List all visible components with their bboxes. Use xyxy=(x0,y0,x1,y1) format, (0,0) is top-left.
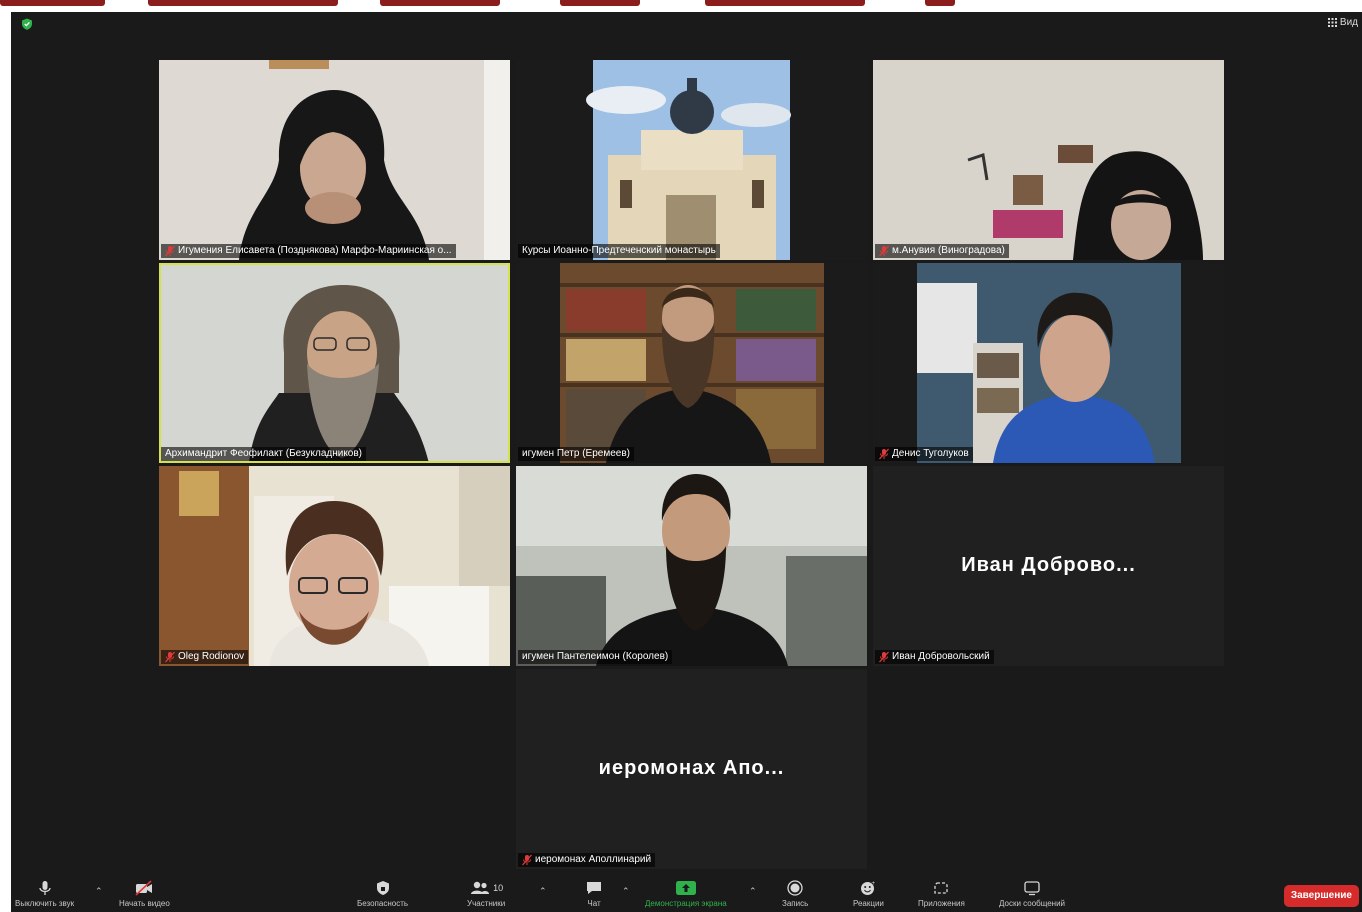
participant-tile-5[interactable]: игумен Петр (Еремеев) xyxy=(516,263,867,463)
participant-tile-1[interactable]: Игумения Елисавета (Позднякова) Марфо-Ма… xyxy=(159,60,510,260)
participant-video-3 xyxy=(873,60,1224,260)
reactions-button[interactable]: + Реакции xyxy=(853,880,884,908)
participant-name: игумен Пантелеимон (Королев) xyxy=(522,651,669,662)
end-meeting-button[interactable]: Завершение xyxy=(1283,885,1359,907)
zoom-meeting-window: Вид Игумения Елисавета (Позднякова) Марф… xyxy=(11,12,1362,912)
muted-mic-icon xyxy=(879,651,889,663)
participants-label: Участники xyxy=(467,899,506,908)
participant-tile-3[interactable]: м.Анувия (Виноградова) xyxy=(873,60,1224,260)
start-video-label: Начать видео xyxy=(119,899,170,908)
participant-name-label: Курсы Иоанно-Предтеченский монастырь xyxy=(518,244,720,258)
shield-icon xyxy=(376,881,389,895)
chat-label: Чат xyxy=(587,899,601,908)
security-label: Безопасность xyxy=(357,899,409,908)
chat-button[interactable]: Чат xyxy=(585,880,603,908)
participant-tile-10[interactable]: иеромонах Апо... иеромонах Аполлинарий xyxy=(516,669,867,869)
participant-name-label: Игумения Елисавета (Позднякова) Марфо-Ма… xyxy=(161,244,456,258)
grid-view-icon xyxy=(1327,18,1337,27)
view-label: Вид xyxy=(1339,17,1358,28)
apps-label: Приложения xyxy=(918,899,965,908)
participant-name: Иван Добровольский xyxy=(892,651,990,662)
whiteboard-button[interactable]: Доски сообщений xyxy=(999,880,1065,908)
participant-tile-2[interactable]: Курсы Иоанно-Предтеченский монастырь xyxy=(516,60,867,260)
participant-tile-6[interactable]: Денис Туголуков xyxy=(873,263,1224,463)
muted-mic-icon xyxy=(879,245,889,257)
record-icon xyxy=(787,880,803,896)
encryption-shield-icon[interactable] xyxy=(21,18,33,30)
participants-options-caret[interactable]: ⌃ xyxy=(539,886,547,897)
participant-display-name: иеромонах Апо... xyxy=(598,757,785,779)
share-screen-button[interactable]: Демонстрация экрана xyxy=(645,880,727,908)
participant-tile-8[interactable]: игумен Пантелеимон (Королев) xyxy=(516,466,867,666)
participant-tile-7[interactable]: Oleg Rodionov xyxy=(159,466,510,666)
whiteboard-label: Доски сообщений xyxy=(999,899,1066,908)
muted-mic-icon xyxy=(165,245,175,257)
participants-icon xyxy=(471,881,490,894)
participant-tile-4[interactable]: Архимандрит Феофилакт (Безукладников) xyxy=(159,263,510,463)
participant-name: иеромонах Аполлинарий xyxy=(535,854,652,865)
chat-options-caret[interactable]: ⌃ xyxy=(622,886,630,897)
participant-name: Oleg Rodionov xyxy=(178,651,245,662)
participant-display-name: Иван Доброво... xyxy=(961,554,1136,576)
muted-mic-icon xyxy=(165,651,175,663)
share-options-caret[interactable]: ⌃ xyxy=(749,886,757,897)
record-button[interactable]: Запись xyxy=(782,880,808,908)
top-banner xyxy=(0,0,1362,12)
apps-icon xyxy=(934,882,949,894)
participant-video-4 xyxy=(159,263,510,463)
participant-video-5 xyxy=(516,263,867,463)
security-button[interactable]: Безопасность xyxy=(357,880,408,908)
participant-name-label: иеромонах Аполлинарий xyxy=(518,853,656,867)
apps-button[interactable]: Приложения xyxy=(918,880,965,908)
participants-button[interactable]: 10 Участники xyxy=(467,880,505,908)
participant-tile-9[interactable]: Иван Доброво... Иван Добровольский xyxy=(873,466,1224,666)
participant-name: игумен Петр (Еремеев) xyxy=(522,448,630,459)
participant-name: м.Анувия (Виноградова) xyxy=(892,245,1005,256)
participants-count: 10 xyxy=(493,883,504,893)
participant-name: Курсы Иоанно-Предтеченский монастырь xyxy=(522,245,716,256)
participant-name-label: Денис Туголуков xyxy=(875,447,973,461)
record-label: Запись xyxy=(782,899,809,908)
participant-video-8 xyxy=(516,466,867,666)
participant-name-label: Архимандрит Феофилакт (Безукладников) xyxy=(161,447,367,461)
participant-video-2 xyxy=(516,60,867,260)
share-screen-label: Демонстрация экрана xyxy=(645,899,727,908)
participant-video-1 xyxy=(159,60,510,260)
muted-mic-icon xyxy=(879,448,889,460)
participant-name: Игумения Елисавета (Позднякова) Марфо-Ма… xyxy=(178,245,452,256)
audio-options-caret[interactable]: ⌃ xyxy=(95,886,103,897)
mute-label: Выключить звук xyxy=(15,899,75,908)
video-off-icon xyxy=(135,880,153,896)
reactions-label: Реакции xyxy=(853,899,884,908)
smiley-icon: + xyxy=(861,881,876,895)
participant-video-7 xyxy=(159,466,510,666)
mute-button[interactable]: Выключить звук xyxy=(15,880,74,908)
start-video-button[interactable]: Начать видео xyxy=(119,880,170,908)
participant-name-label: игумен Петр (Еремеев) xyxy=(518,447,634,461)
share-screen-icon xyxy=(675,881,696,895)
svg-text:+: + xyxy=(872,881,876,887)
muted-mic-icon xyxy=(522,854,532,866)
whiteboard-icon xyxy=(1024,881,1040,896)
participant-name: Архимандрит Феофилакт (Безукладников) xyxy=(165,448,363,459)
view-button[interactable]: Вид xyxy=(1327,17,1358,28)
meeting-toolbar: Выключить звук ⌃ Начать видео Безопаснос… xyxy=(11,878,1362,912)
participant-name-label: игумен Пантелеимон (Королев) xyxy=(518,650,673,664)
chat-icon xyxy=(587,882,601,894)
microphone-icon xyxy=(38,881,51,895)
participant-video-6 xyxy=(873,263,1224,463)
participant-name-label: Oleg Rodionov xyxy=(161,650,249,664)
participant-name-label: м.Анувия (Виноградова) xyxy=(875,244,1009,258)
participant-name-label: Иван Добровольский xyxy=(875,650,994,664)
participant-name: Денис Туголуков xyxy=(892,448,969,459)
